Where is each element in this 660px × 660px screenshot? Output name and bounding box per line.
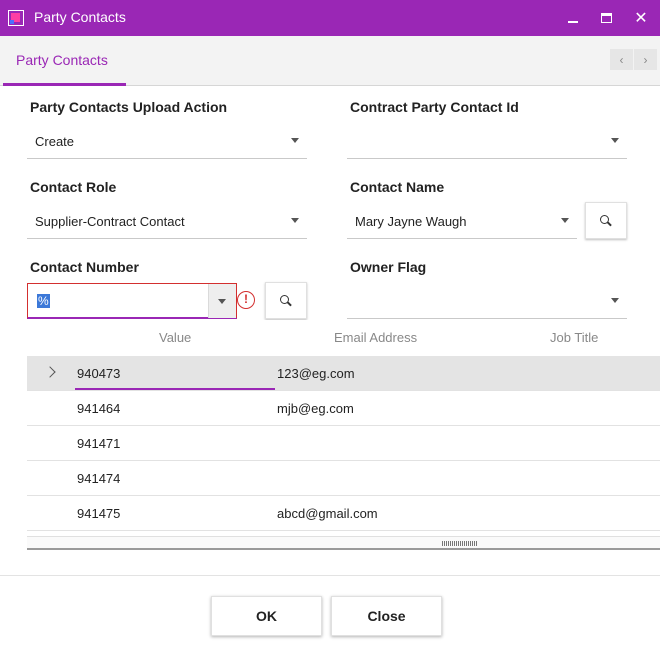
contact-name-search-button[interactable] — [585, 202, 627, 239]
close-icon: ✕ — [634, 10, 648, 27]
tab-bar: Party Contacts ‹ › — [0, 36, 660, 86]
chevron-down-icon — [218, 299, 226, 304]
contract-party-contact-id-label: Contract Party Contact Id — [350, 99, 519, 115]
footer-divider — [0, 575, 660, 576]
upload-action-label: Party Contacts Upload Action — [30, 99, 228, 115]
scrollbar-grip-icon[interactable] — [442, 541, 478, 546]
contact-role-label: Contact Role — [30, 179, 117, 195]
tab-party-contacts[interactable]: Party Contacts — [3, 36, 126, 86]
close-button[interactable]: ✕ — [629, 6, 653, 30]
table-row[interactable]: 941464 mjb@eg.com — [27, 391, 660, 426]
search-icon — [600, 214, 612, 227]
error-icon: ! — [237, 291, 255, 309]
chevron-down-icon — [291, 138, 299, 143]
cell-value: 941471 — [77, 436, 121, 451]
close-dialog-button[interactable]: Close — [331, 596, 442, 636]
cell-email: abcd@gmail.com — [277, 506, 378, 521]
column-header-value[interactable]: Value — [159, 330, 191, 345]
contact-name-value: Mary Jayne Waugh — [355, 214, 467, 229]
column-header-job-title[interactable]: Job Title — [550, 330, 598, 345]
contact-name-label: Contact Name — [350, 179, 445, 195]
tab-scroll-left-button[interactable]: ‹ — [610, 49, 633, 70]
ok-button[interactable]: OK — [211, 596, 322, 636]
tab-scroll-right-button[interactable]: › — [634, 49, 657, 70]
contact-number-input[interactable]: % — [37, 294, 50, 308]
cell-value: 941464 — [77, 401, 121, 416]
horizontal-scrollbar[interactable] — [27, 536, 660, 550]
column-header-email[interactable]: Email Address — [334, 330, 417, 345]
contact-number-search-button[interactable] — [265, 282, 307, 319]
chevron-right-icon: › — [643, 52, 648, 67]
table-row[interactable]: 941474 — [27, 461, 660, 496]
cell-value: 941475 — [77, 506, 121, 521]
chevron-down-icon — [291, 218, 299, 223]
owner-flag-label: Owner Flag — [350, 259, 427, 275]
chevron-down-icon — [611, 138, 619, 143]
selected-cell-indicator — [75, 388, 275, 390]
cell-value: 941474 — [77, 471, 121, 486]
title-bar: Party Contacts ✕ — [0, 0, 660, 36]
upload-action-select[interactable]: Create — [27, 121, 307, 159]
table-row[interactable]: 941471 — [27, 426, 660, 461]
cell-value: 940473 — [77, 366, 121, 381]
window-title: Party Contacts — [34, 9, 126, 25]
contact-number-dropdown-grid: Value Email Address Job Title 940473 123… — [27, 320, 660, 552]
cell-email: mjb@eg.com — [277, 401, 354, 416]
table-row[interactable]: 941475 abcd@gmail.com — [27, 496, 660, 531]
cell-email: 123@eg.com — [277, 366, 355, 381]
app-icon — [8, 10, 24, 26]
contact-number-label: Contact Number — [30, 259, 139, 275]
contact-role-select[interactable]: Supplier-Contract Contact — [27, 201, 307, 239]
minimize-icon — [568, 21, 578, 23]
minimize-button[interactable] — [561, 6, 585, 30]
table-row[interactable]: 940473 123@eg.com — [27, 356, 660, 391]
active-tab-indicator — [3, 83, 126, 86]
contact-number-combobox[interactable]: % — [27, 283, 237, 319]
maximize-button[interactable] — [594, 6, 618, 30]
search-icon — [280, 294, 292, 307]
upload-action-value: Create — [35, 134, 75, 149]
expand-row-icon[interactable] — [44, 366, 56, 378]
chevron-down-icon — [611, 298, 619, 303]
chevron-down-icon — [561, 218, 569, 223]
maximize-icon — [600, 13, 612, 23]
contract-party-contact-id-select[interactable] — [347, 121, 627, 159]
contact-number-dropdown-button[interactable] — [208, 284, 236, 318]
contact-name-select[interactable]: Mary Jayne Waugh — [347, 201, 577, 239]
chevron-left-icon: ‹ — [619, 52, 624, 67]
owner-flag-select[interactable] — [347, 281, 627, 319]
contact-role-value: Supplier-Contract Contact — [35, 214, 185, 229]
